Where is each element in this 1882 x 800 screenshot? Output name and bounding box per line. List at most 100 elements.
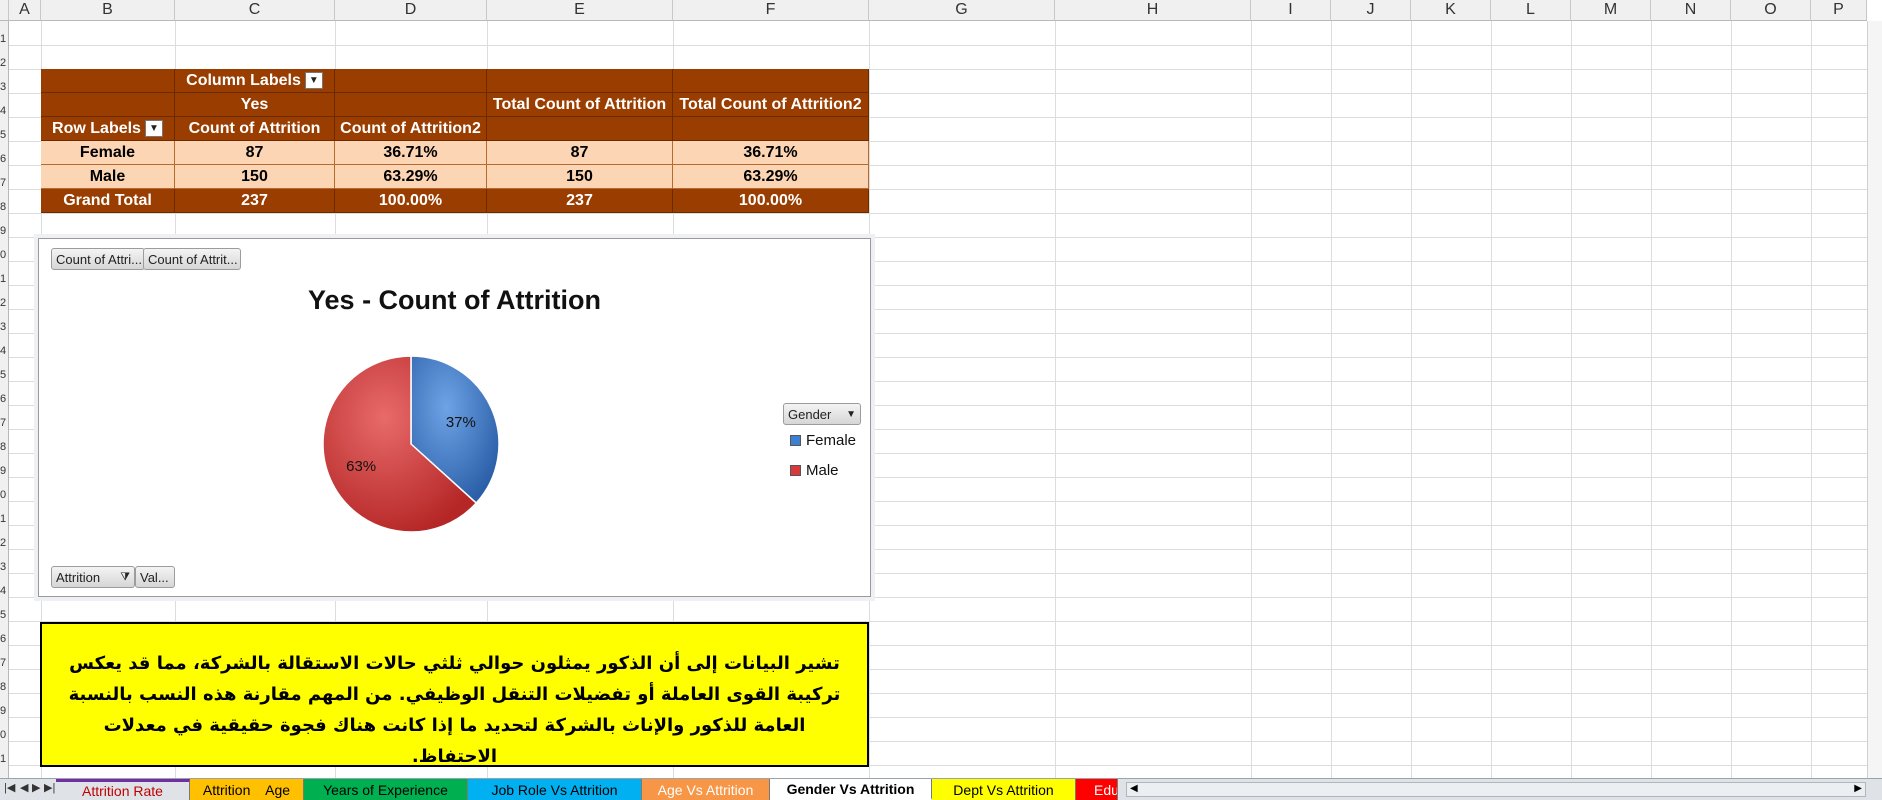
scroll-right-icon[interactable]: ▶ bbox=[1854, 783, 1862, 794]
pivot-cell[interactable]: 36.71% bbox=[673, 141, 869, 165]
next-sheet-icon[interactable]: ▶ bbox=[32, 781, 40, 794]
pie-chart-plot[interactable]: 37% 63% bbox=[39, 239, 872, 598]
pivot-blank-cell bbox=[487, 69, 673, 93]
filter-icon[interactable]: ▼ bbox=[304, 72, 323, 89]
row-number[interactable]: 0 bbox=[0, 729, 9, 743]
pivot-cell[interactable]: 87 bbox=[487, 141, 673, 165]
row-number[interactable]: 1 bbox=[0, 513, 9, 527]
col-header-m[interactable]: M bbox=[1571, 0, 1651, 21]
col-header-a[interactable]: A bbox=[9, 0, 41, 21]
pivot-cell[interactable]: 63.29% bbox=[335, 165, 487, 189]
pivot-row-male-label[interactable]: Male bbox=[41, 165, 175, 189]
sheet-tab-edu[interactable]: Edu bbox=[1076, 779, 1118, 800]
row-number[interactable]: 2 bbox=[0, 297, 9, 311]
pivot-total-count2-header[interactable]: Total Count of Attrition2 bbox=[673, 93, 869, 117]
pivot-total-count-header[interactable]: Total Count of Attrition bbox=[487, 93, 673, 117]
pivot-count-header[interactable]: Count of Attrition bbox=[175, 117, 335, 141]
col-header-h[interactable]: H bbox=[1055, 0, 1251, 21]
sheet-tab-job-role-vs-attrition[interactable]: Job Role Vs Attrition bbox=[468, 779, 642, 800]
row-number[interactable]: 1 bbox=[0, 33, 9, 47]
dropdown-arrow-icon[interactable]: ▼ bbox=[144, 120, 163, 137]
sheet-tab-attrition-age[interactable]: Attrition Age bbox=[190, 779, 304, 800]
pivot-row-labels-header[interactable]: Row Labels ▼ bbox=[41, 117, 175, 141]
pivot-cell[interactable]: 150 bbox=[487, 165, 673, 189]
analysis-note-box[interactable]: تشير البيانات إلى أن الذكور يمثلون حوالي… bbox=[40, 622, 869, 767]
row-number[interactable]: 5 bbox=[0, 129, 9, 143]
sheet-tab-years-of-experience[interactable]: Years of Experience bbox=[304, 779, 468, 800]
col-header-n[interactable]: N bbox=[1651, 0, 1731, 21]
col-header-f[interactable]: F bbox=[673, 0, 869, 21]
col-header-k[interactable]: K bbox=[1411, 0, 1491, 21]
pivot-column-labels-text: Column Labels bbox=[186, 71, 301, 89]
first-sheet-icon[interactable]: |◀ bbox=[4, 781, 15, 794]
pivot-column-labels-header[interactable]: Column Labels ▼ bbox=[175, 69, 335, 93]
row-number[interactable]: 3 bbox=[0, 561, 9, 575]
row-number[interactable]: 2 bbox=[0, 537, 9, 551]
col-header-g[interactable]: G bbox=[869, 0, 1055, 21]
row-number[interactable]: 8 bbox=[0, 201, 9, 215]
sheet-tab-attrition-rate[interactable]: Attrition Rate bbox=[56, 779, 190, 800]
values-field-button[interactable]: Val... bbox=[135, 566, 175, 588]
row-number[interactable]: 7 bbox=[0, 417, 9, 431]
row-number[interactable]: 9 bbox=[0, 465, 9, 479]
pivot-cell[interactable]: 87 bbox=[175, 141, 335, 165]
row-number[interactable]: 9 bbox=[0, 225, 9, 239]
pivot-cell[interactable]: 36.71% bbox=[335, 141, 487, 165]
row-number[interactable]: 1 bbox=[0, 753, 9, 767]
row-number[interactable]: 2 bbox=[0, 57, 9, 71]
col-header-o[interactable]: O bbox=[1731, 0, 1811, 21]
legend-field-button-gender[interactable]: Gender ▼ bbox=[783, 403, 861, 425]
legend-item-male[interactable]: Male bbox=[790, 462, 839, 479]
pivot-cell[interactable]: 100.00% bbox=[335, 189, 487, 213]
scroll-left-icon[interactable]: ◀ bbox=[1130, 783, 1138, 794]
pivot-cell[interactable]: 150 bbox=[175, 165, 335, 189]
col-header-e[interactable]: E bbox=[487, 0, 673, 21]
row-number[interactable]: 6 bbox=[0, 393, 9, 407]
row-number[interactable]: 3 bbox=[0, 81, 9, 95]
row-number[interactable]: 6 bbox=[0, 153, 9, 167]
row-number[interactable]: 0 bbox=[0, 489, 9, 503]
row-number[interactable]: 6 bbox=[0, 633, 9, 647]
row-number[interactable]: 7 bbox=[0, 657, 9, 671]
col-header-l[interactable]: L bbox=[1491, 0, 1571, 21]
horizontal-scrollbar[interactable]: ◀ ▶ bbox=[1126, 782, 1866, 797]
corner-select-all[interactable] bbox=[0, 0, 9, 21]
row-number[interactable]: 1 bbox=[0, 273, 9, 287]
row-number[interactable]: 4 bbox=[0, 585, 9, 599]
pivot-chart[interactable]: Count of Attri... Count of Attrit... Yes… bbox=[38, 238, 871, 597]
tab-label: Edu bbox=[1094, 781, 1118, 798]
col-header-j[interactable]: J bbox=[1331, 0, 1411, 21]
col-header-i[interactable]: I bbox=[1251, 0, 1331, 21]
pivot-cell[interactable]: 63.29% bbox=[673, 165, 869, 189]
row-number[interactable]: 8 bbox=[0, 681, 9, 695]
row-number[interactable]: 4 bbox=[0, 345, 9, 359]
row-number[interactable]: 4 bbox=[0, 105, 9, 119]
sheet-tab-dept-vs-attrition[interactable]: Dept Vs Attrition bbox=[932, 779, 1076, 800]
pivot-grand-total-label[interactable]: Grand Total bbox=[41, 189, 175, 213]
col-header-c[interactable]: C bbox=[175, 0, 335, 21]
gridline-vertical bbox=[1411, 21, 1412, 778]
pivot-count2-header[interactable]: Count of Attrition2 bbox=[335, 117, 487, 141]
col-header-d[interactable]: D bbox=[335, 0, 487, 21]
axis-field-button-attrition[interactable]: Attrition ⧩ bbox=[51, 566, 135, 588]
row-number[interactable]: 7 bbox=[0, 177, 9, 191]
row-number[interactable]: 0 bbox=[0, 249, 9, 263]
row-number[interactable]: 9 bbox=[0, 705, 9, 719]
sheet-tab-gender-vs-attrition[interactable]: Gender Vs Attrition bbox=[770, 779, 932, 800]
pivot-cell[interactable]: 237 bbox=[487, 189, 673, 213]
vertical-scrollbar[interactable] bbox=[1867, 21, 1882, 778]
col-header-p[interactable]: P bbox=[1811, 0, 1867, 21]
pivot-cell[interactable]: 100.00% bbox=[673, 189, 869, 213]
sheet-tab-age-vs-attrition[interactable]: Age Vs Attrition bbox=[642, 779, 770, 800]
pivot-yes-header[interactable]: Yes bbox=[175, 93, 335, 117]
prev-sheet-icon[interactable]: ◀ bbox=[20, 781, 28, 794]
last-sheet-icon[interactable]: ▶| bbox=[44, 781, 55, 794]
pivot-cell[interactable]: 237 bbox=[175, 189, 335, 213]
col-header-b[interactable]: B bbox=[41, 0, 175, 21]
row-number[interactable]: 3 bbox=[0, 321, 9, 335]
row-number[interactable]: 8 bbox=[0, 441, 9, 455]
pivot-row-female-label[interactable]: Female bbox=[41, 141, 175, 165]
row-number[interactable]: 5 bbox=[0, 609, 9, 623]
row-number[interactable]: 5 bbox=[0, 369, 9, 383]
legend-item-female[interactable]: Female bbox=[790, 432, 856, 449]
